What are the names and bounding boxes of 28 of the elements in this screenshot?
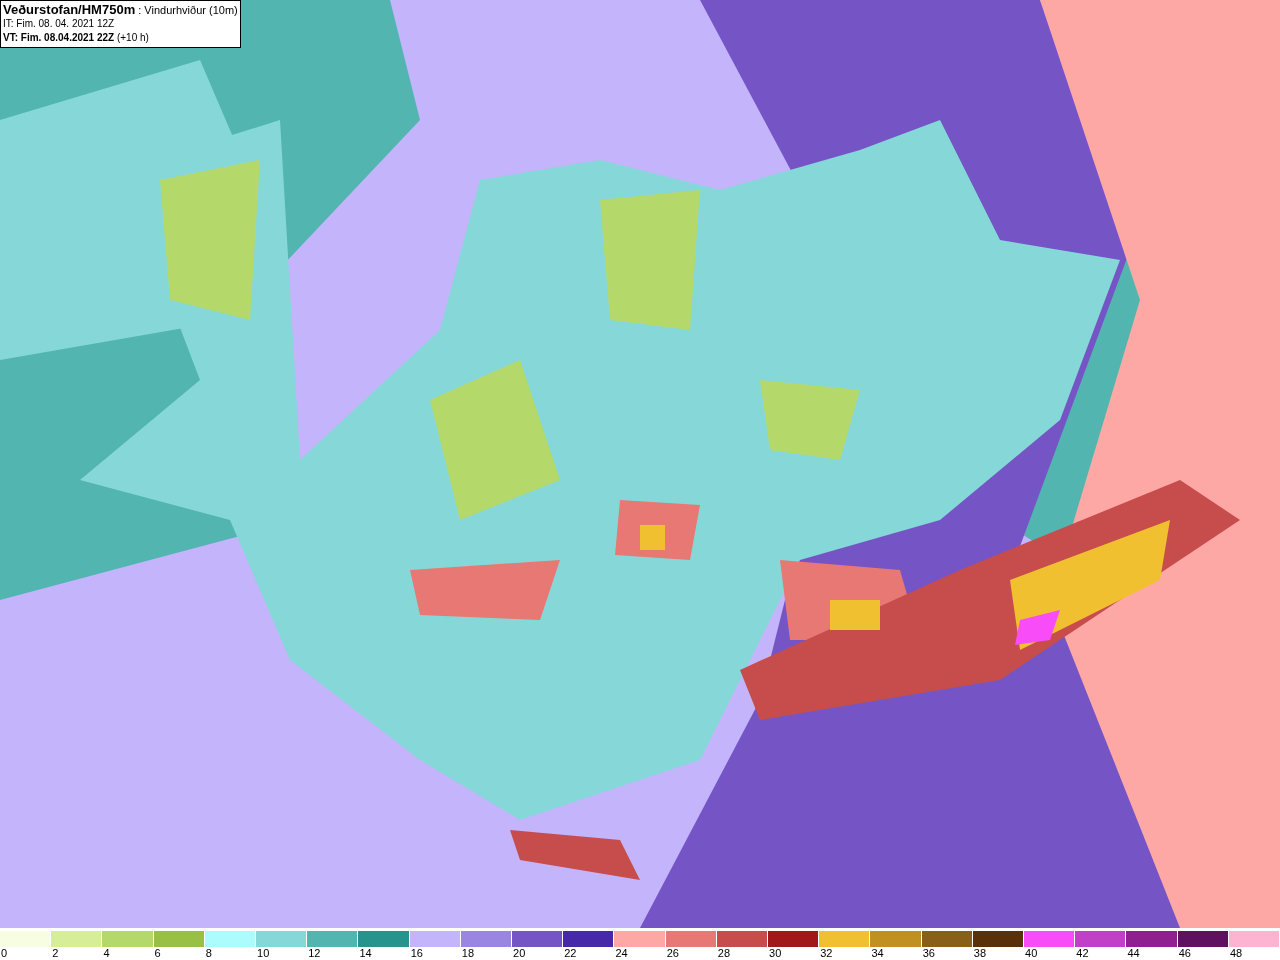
legend-label: 20 <box>512 947 526 960</box>
legend-label: 42 <box>1075 947 1089 960</box>
map-title: Veðurstofan/HM750m : Vindurhviður (10m) <box>3 3 238 17</box>
valid-time: VT: Fim. 08.04.2021 22Z (+10 h) <box>3 31 150 45</box>
legend-label: 6 <box>153 947 161 960</box>
legend-label: 44 <box>1126 947 1140 960</box>
legend-label: 18 <box>460 947 475 960</box>
legend-label: 34 <box>870 947 884 960</box>
legend-label: 24 <box>614 947 628 960</box>
legend-label: 48 <box>1228 947 1243 960</box>
legend-label: 4 <box>102 947 110 960</box>
legend-label: 26 <box>665 947 679 960</box>
legend-label: 2 <box>51 947 59 960</box>
legend-label: 22 <box>563 947 577 960</box>
legend-label: 38 <box>972 947 987 960</box>
legend-label: 32 <box>819 947 833 960</box>
legend-label: 12 <box>307 947 321 960</box>
legend-label: 14 <box>358 947 372 960</box>
init-time: IT: Fim. 08. 04. 2021 12Z <box>3 17 116 31</box>
legend-label: 36 <box>921 947 935 960</box>
legend-label: 40 <box>1024 947 1038 960</box>
legend-label: 10 <box>256 947 270 960</box>
legend-label: 0 <box>0 947 8 960</box>
legend-label: 30 <box>768 947 782 960</box>
legend-label: 16 <box>409 947 423 960</box>
legend-label: 46 <box>1177 947 1191 960</box>
legend-label: 28 <box>716 947 731 960</box>
legend-label: 8 <box>204 947 212 960</box>
